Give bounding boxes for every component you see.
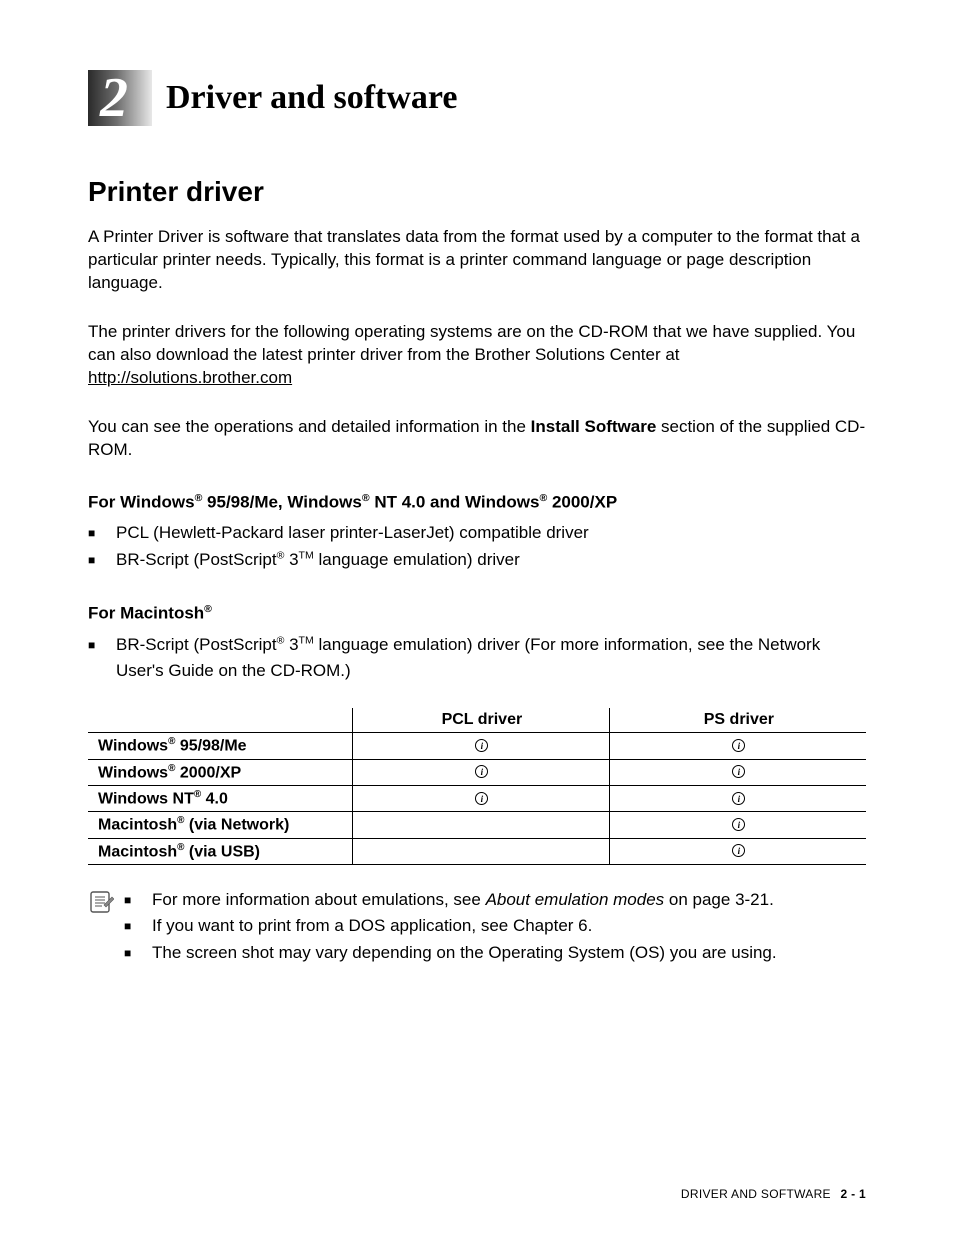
heading-part: 95/98/Me, Windows bbox=[202, 492, 362, 511]
table-row: Macintosh® (via USB) bbox=[88, 838, 866, 864]
check-icon bbox=[475, 739, 488, 752]
note-list: For more information about emulations, s… bbox=[124, 887, 866, 966]
list-item: For more information about emulations, s… bbox=[124, 887, 866, 913]
intro-paragraph-1: A Printer Driver is software that transl… bbox=[88, 226, 866, 295]
table-row: Windows NT® 4.0 bbox=[88, 785, 866, 811]
check-icon bbox=[732, 765, 745, 778]
table-header-row: PCL driver PS driver bbox=[88, 708, 866, 733]
table-header bbox=[88, 708, 353, 733]
table-cell-pcl bbox=[353, 812, 610, 838]
check-icon bbox=[732, 844, 745, 857]
table-row-label: Windows® 95/98/Me bbox=[88, 733, 353, 759]
registered-mark: ® bbox=[204, 603, 212, 615]
list-text: language emulation) driver bbox=[314, 550, 520, 569]
note-reference: About emulation modes bbox=[486, 890, 665, 909]
note-text: on page 3-21. bbox=[664, 890, 774, 909]
table-row-label: Macintosh® (via USB) bbox=[88, 838, 353, 864]
table-row: Windows® 95/98/Me bbox=[88, 733, 866, 759]
heading-part: For Macintosh bbox=[88, 604, 204, 623]
macintosh-heading: For Macintosh® bbox=[88, 603, 866, 624]
heading-part: NT 4.0 and Windows bbox=[370, 492, 540, 511]
list-item: BR-Script (PostScript® 3TM language emul… bbox=[88, 632, 866, 685]
table-cell-pcl bbox=[353, 838, 610, 864]
list-item: BR-Script (PostScript® 3TM language emul… bbox=[88, 547, 866, 573]
table-row-label: Macintosh® (via Network) bbox=[88, 812, 353, 838]
chapter-header: 2 Driver and software bbox=[88, 70, 866, 126]
list-text: 3 bbox=[284, 550, 298, 569]
list-text: 3 bbox=[284, 635, 298, 654]
intro-paragraph-3: You can see the operations and detailed … bbox=[88, 416, 866, 462]
table-cell-pcl bbox=[353, 733, 610, 759]
footer-label: DRIVER AND SOFTWARE bbox=[681, 1187, 831, 1201]
solutions-link[interactable]: http://solutions.brother.com bbox=[88, 368, 292, 387]
list-item: If you want to print from a DOS applicat… bbox=[124, 913, 866, 939]
heading-part: 2000/XP bbox=[547, 492, 617, 511]
intro-paragraph-2: The printer drivers for the following op… bbox=[88, 321, 866, 390]
list-item: The screen shot may vary depending on th… bbox=[124, 940, 866, 966]
table-row: Windows® 2000/XP bbox=[88, 759, 866, 785]
table-cell-ps bbox=[609, 838, 866, 864]
windows-heading: For Windows® 95/98/Me, Windows® NT 4.0 a… bbox=[88, 492, 866, 513]
list-item: PCL (Hewlett-Packard laser printer-Laser… bbox=[88, 520, 866, 546]
table-header-ps: PS driver bbox=[609, 708, 866, 733]
check-icon bbox=[475, 765, 488, 778]
table-cell-ps bbox=[609, 812, 866, 838]
install-software-label: Install Software bbox=[531, 417, 657, 436]
paragraph-text: You can see the operations and detailed … bbox=[88, 417, 531, 436]
check-icon bbox=[732, 739, 745, 752]
table-cell-pcl bbox=[353, 759, 610, 785]
trademark-mark: TM bbox=[299, 634, 314, 646]
table-cell-ps bbox=[609, 785, 866, 811]
trademark-mark: TM bbox=[299, 549, 314, 561]
list-text: BR-Script (PostScript bbox=[116, 635, 277, 654]
driver-compatibility-table: PCL driver PS driver Windows® 95/98/MeWi… bbox=[88, 708, 866, 865]
table-row-label: Windows NT® 4.0 bbox=[88, 785, 353, 811]
table-cell-ps bbox=[609, 759, 866, 785]
table-row: Macintosh® (via Network) bbox=[88, 812, 866, 838]
windows-bullet-list: PCL (Hewlett-Packard laser printer-Laser… bbox=[88, 520, 866, 573]
heading-part: For Windows bbox=[88, 492, 195, 511]
table-cell-pcl bbox=[353, 785, 610, 811]
check-icon bbox=[732, 818, 745, 831]
chapter-title: Driver and software bbox=[166, 79, 457, 117]
table-header-pcl: PCL driver bbox=[353, 708, 610, 733]
page-footer: DRIVER AND SOFTWARE 2 - 1 bbox=[681, 1187, 866, 1201]
check-icon bbox=[732, 792, 745, 805]
table-row-label: Windows® 2000/XP bbox=[88, 759, 353, 785]
check-icon bbox=[475, 792, 488, 805]
list-text: BR-Script (PostScript bbox=[116, 550, 277, 569]
note-text: For more information about emulations, s… bbox=[152, 890, 486, 909]
table-cell-ps bbox=[609, 733, 866, 759]
footer-page-number: 2 - 1 bbox=[840, 1187, 866, 1201]
note-block: For more information about emulations, s… bbox=[88, 887, 866, 966]
macintosh-bullet-list: BR-Script (PostScript® 3TM language emul… bbox=[88, 632, 866, 685]
note-icon bbox=[88, 887, 114, 966]
registered-mark: ® bbox=[362, 492, 370, 504]
section-title: Printer driver bbox=[88, 176, 866, 208]
chapter-number-badge: 2 bbox=[88, 70, 152, 126]
paragraph-text: The printer drivers for the following op… bbox=[88, 322, 855, 364]
